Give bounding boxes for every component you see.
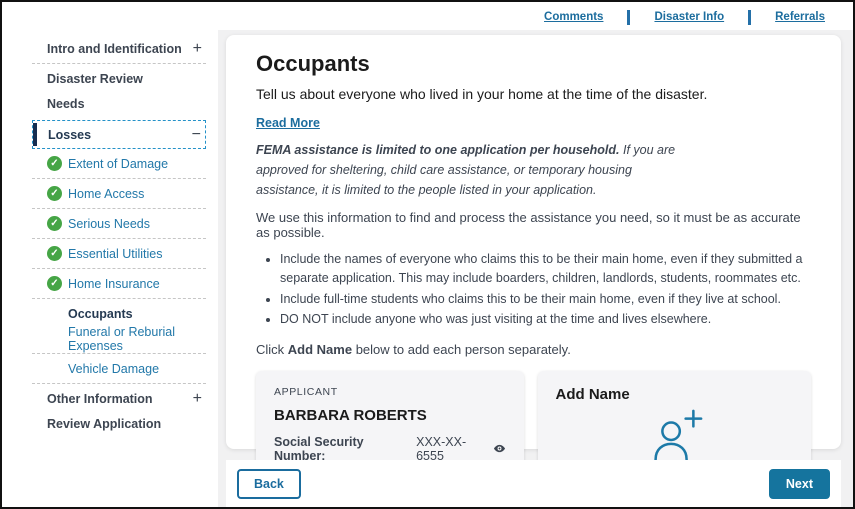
sidebar-item-losses-focused[interactable]: Losses − [32, 120, 206, 149]
sidebar-divider [32, 298, 206, 299]
ssn-visibility-eye-icon[interactable] [493, 442, 506, 455]
ssn-label: Social Security Number: [274, 434, 364, 463]
sidebar-item-label: Intro and Identification [47, 41, 182, 56]
sidebar-divider [32, 353, 206, 354]
sidebar-item-serious-needs[interactable]: ✓ Serious Needs [32, 211, 206, 236]
sidebar-divider [32, 238, 206, 239]
page-title: Occupants [256, 51, 370, 76]
instruction-item: DO NOT include anyone who was just visit… [280, 310, 811, 329]
collapse-icon[interactable]: − [192, 126, 205, 144]
sidebar-item-label: Losses [48, 127, 92, 142]
complete-check-icon: ✓ [47, 186, 62, 201]
complete-check-icon: ✓ [47, 156, 62, 171]
applicant-name: BARBARA ROBERTS [274, 406, 427, 424]
sidebar-item-essential-utilities[interactable]: ✓ Essential Utilities [32, 241, 206, 266]
sidebar-item-label: Other Information [47, 391, 153, 406]
fema-notice: FEMA assistance is limited to one applic… [256, 140, 676, 200]
read-more-link[interactable]: Read More [256, 116, 320, 130]
sidebar-nav: Intro and Identification + Disaster Revi… [32, 36, 206, 436]
instructions-list: Include the names of everyone who claims… [280, 250, 811, 330]
sidebar-item-other-information[interactable]: Other Information + [32, 386, 206, 411]
top-nav: Comments Disaster Info Referrals [2, 2, 853, 32]
sidebar-item-occupants-current[interactable]: Occupants [32, 301, 206, 326]
intro-text: We use this information to find and proc… [256, 210, 801, 240]
ssn-value: XXX-XX-6555 [416, 434, 467, 463]
expand-icon[interactable]: + [193, 40, 206, 58]
sidebar-divider [32, 208, 206, 209]
sidebar-divider [32, 63, 206, 64]
applicant-label: APPLICANT [274, 385, 338, 398]
nav-divider [627, 9, 631, 25]
ssn-row: Social Security Number: XXX-XX-6555 [274, 435, 506, 463]
nav-link-comments[interactable]: Comments [544, 11, 603, 23]
sidebar-item-intro-and-identification[interactable]: Intro and Identification + [32, 36, 206, 61]
page-subtitle: Tell us about everyone who lived in your… [256, 86, 708, 102]
sidebar-item-review-application[interactable]: Review Application [32, 411, 206, 436]
sidebar-divider [32, 268, 206, 269]
content-column: Occupants Tell us about everyone who liv… [218, 30, 853, 507]
back-button[interactable]: Back [237, 468, 301, 499]
nav-link-referrals[interactable]: Referrals [775, 11, 825, 23]
sidebar-item-needs[interactable]: Needs [32, 91, 206, 116]
notice-bold-text: FEMA assistance is limited to one applic… [256, 143, 620, 157]
sidebar-divider [32, 178, 206, 179]
sidebar-divider [32, 383, 206, 384]
complete-check-icon: ✓ [47, 246, 62, 261]
active-section-bar [33, 123, 37, 146]
complete-check-icon: ✓ [47, 276, 62, 291]
application-window: Comments Disaster Info Referrals Intro a… [0, 0, 855, 509]
sidebar-item-disaster-review[interactable]: Disaster Review [32, 66, 206, 91]
footer-bar: Back Next [226, 460, 841, 507]
sidebar-item-funeral-or-reburial-expenses[interactable]: Funeral or Reburial Expenses [32, 325, 206, 353]
add-name-title: Add Name [555, 385, 630, 403]
sidebar-item-home-insurance[interactable]: ✓ Home Insurance [32, 271, 206, 296]
instruction-item: Include the names of everyone who claims… [280, 250, 811, 289]
sidebar-item-label: Review Application [47, 416, 162, 431]
click-add-name-hint: Click Add Name below to add each person … [256, 341, 571, 357]
sidebar-item-home-access[interactable]: ✓ Home Access [32, 181, 206, 206]
nav-divider [748, 9, 752, 25]
sidebar-item-label: Needs [47, 96, 85, 111]
sidebar-item-vehicle-damage[interactable]: Vehicle Damage [32, 356, 206, 381]
sidebar-item-label: Disaster Review [47, 71, 143, 86]
next-button[interactable]: Next [768, 468, 830, 499]
expand-icon[interactable]: + [193, 390, 206, 408]
occupants-panel: Occupants Tell us about everyone who liv… [226, 35, 841, 502]
nav-link-disaster-info[interactable]: Disaster Info [654, 11, 724, 23]
instruction-item: Include full-time students who claims th… [280, 290, 811, 309]
sidebar-item-extent-of-damage[interactable]: ✓ Extent of Damage [32, 151, 206, 176]
complete-check-icon: ✓ [47, 216, 62, 231]
